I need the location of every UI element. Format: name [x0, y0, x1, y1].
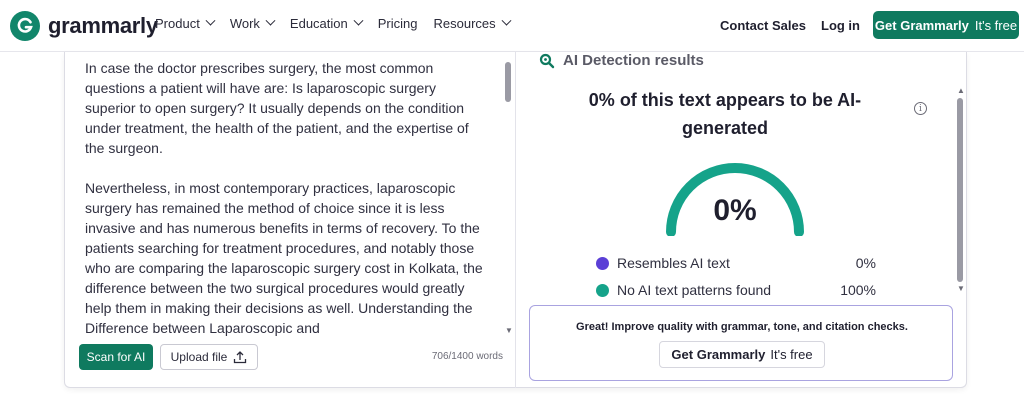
main-menu: Product Work Education Pricing Resources [155, 15, 526, 31]
menu-item-label: Resources [433, 16, 496, 31]
login-link[interactable]: Log in [821, 18, 860, 33]
legend-item-no-ai: No AI text patterns found 100% [596, 280, 876, 300]
menu-item-product[interactable]: Product [155, 15, 216, 31]
promo-text: Great! Improve quality with grammar, ton… [576, 321, 908, 333]
search-icon [539, 53, 555, 68]
editor-scrollbar[interactable] [505, 62, 511, 102]
word-count: 706/1400 words [431, 351, 503, 362]
menu-item-resources[interactable]: Resources [433, 15, 512, 31]
menu-item-label: Work [229, 16, 260, 31]
top-nav: grammarly Product Work Education Pricing… [0, 0, 1024, 52]
scan-for-ai-button[interactable]: Scan for AI [79, 344, 153, 370]
legend-value: 0% [855, 255, 876, 271]
contact-sales-link[interactable]: Contact Sales [720, 18, 806, 33]
editor-paragraph: In case the doctor prescribes surgery, t… [85, 60, 469, 156]
grammarly-logo[interactable]: grammarly [10, 11, 158, 41]
panel-divider [515, 52, 516, 388]
text-editor[interactable]: In case the doctor prescribes surgery, t… [85, 58, 485, 338]
upload-file-label: Upload file [170, 350, 228, 364]
chevron-down-icon [265, 15, 276, 26]
teal-dot-icon [596, 283, 609, 297]
results-headline: 0% of this text appears to be AI-generat… [588, 90, 862, 138]
ai-score-value: 0% [713, 194, 757, 227]
cta-label: Get Grammarly [874, 17, 969, 33]
menu-item-work[interactable]: Work [229, 15, 276, 31]
scroll-down-arrow-icon[interactable]: ▼ [957, 284, 965, 293]
legend-item-ai-text: Resembles AI text 0% [596, 253, 876, 273]
upload-file-button[interactable]: Upload file [160, 344, 258, 370]
upload-icon [234, 351, 247, 364]
menu-item-label: Product [155, 16, 200, 31]
upgrade-promo: Great! Improve quality with grammar, ton… [529, 305, 953, 381]
editor-paragraph: Nevertheless, in most contemporary pract… [85, 180, 483, 336]
menu-item-education[interactable]: Education [289, 15, 364, 31]
grammarly-logo-icon [10, 11, 40, 41]
menu-item-label: Education [289, 16, 348, 31]
results-header: AI Detection results [539, 52, 704, 69]
legend-label: No AI text patterns found [617, 282, 772, 298]
ai-detector-card: In case the doctor prescribes surgery, t… [64, 52, 967, 388]
promo-button-label: Get Grammarly [671, 347, 766, 362]
cta-sublabel: It's free [974, 17, 1018, 33]
chevron-down-icon [353, 15, 364, 26]
menu-item-pricing[interactable]: Pricing [378, 16, 418, 31]
promo-button-sublabel: It's free [770, 347, 813, 362]
chevron-down-icon [205, 15, 216, 26]
info-icon[interactable]: i [914, 102, 927, 115]
chevron-down-icon [501, 15, 512, 26]
results-scrollbar[interactable] [957, 98, 963, 282]
legend-label: Resembles AI text [617, 255, 730, 271]
results-title: AI Detection results [563, 52, 704, 69]
menu-item-label: Pricing [377, 16, 418, 31]
scroll-down-arrow-icon[interactable]: ▼ [505, 326, 513, 335]
scroll-up-arrow-icon[interactable]: ▲ [957, 86, 965, 95]
get-grammarly-button[interactable]: Get Grammarly It's free [873, 11, 1019, 39]
brand-name: grammarly [48, 13, 158, 38]
purple-dot-icon [596, 256, 609, 270]
promo-get-grammarly-button[interactable]: Get Grammarly It's free [659, 341, 825, 368]
legend-value: 100% [840, 282, 876, 298]
